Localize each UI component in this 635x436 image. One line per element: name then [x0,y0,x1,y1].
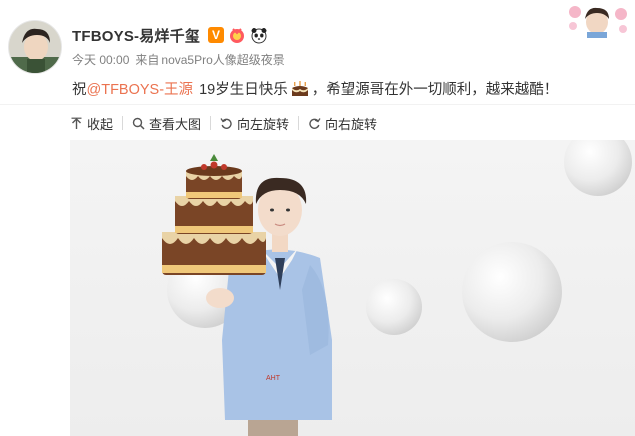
panda-icon[interactable] [250,26,268,44]
author-name[interactable]: TFBOYS-易烊千玺 [72,25,200,46]
top-right-photo[interactable] [563,2,631,38]
collapse-button[interactable]: 收起 [70,114,113,133]
post-timestamp[interactable]: 今天 00:00 [72,51,129,68]
avatar[interactable] [8,20,62,74]
mention-link[interactable]: @TFBOYS-王源 [87,78,194,99]
view-large-button[interactable]: 查看大图 [132,114,201,133]
author-row: TFBOYS-易烊千玺 V [72,25,268,45]
post-meta: 今天 00:00 来自 nova5Pro人像超级夜景 [72,51,285,68]
sphere-small [366,279,422,335]
rotate-left-label: 向左旋转 [237,116,290,132]
toolbar-separator [210,116,212,130]
source-prefix: 来自 [135,53,160,67]
shirt-logo: AHT [266,375,281,382]
image-toolbar: 收起 查看大图 向左旋转 向右旋转 [70,114,377,132]
collapse-label: 收起 [87,116,114,132]
post-source[interactable]: nova5Pro人像超级夜景 [161,51,284,68]
rotate-right-button[interactable]: 向右旋转 [308,114,377,133]
post-text-before: 祝 [72,82,87,98]
toolbar-separator [298,116,300,130]
arrow-up-icon [71,117,82,129]
sphere-large [462,242,562,342]
post-text: 祝 @TFBOYS-王源 19岁生日快乐 ，希望源哥在外一切顺利，越来越酷！ [72,78,558,99]
post-text-after: ，希望源哥在外一切顺利，越来越酷！ [311,82,559,98]
red-badge-icon[interactable] [228,26,246,44]
cake-emoji-icon [291,81,308,96]
toolbar-separator [122,116,124,130]
divider [0,104,635,105]
rotate-right-icon [309,117,321,129]
post-text-middle: 19岁生日快乐 [199,82,288,98]
photo-illustration: AHT [70,140,635,436]
post-photo[interactable]: AHT [70,140,635,436]
magnifier-icon [132,117,145,130]
avatar-image [9,21,61,73]
view-large-label: 查看大图 [149,116,202,132]
rotate-right-label: 向右旋转 [325,116,378,132]
rotate-left-button[interactable]: 向左旋转 [220,114,289,133]
verified-icon: V [208,27,225,43]
rotate-left-icon [220,117,232,129]
